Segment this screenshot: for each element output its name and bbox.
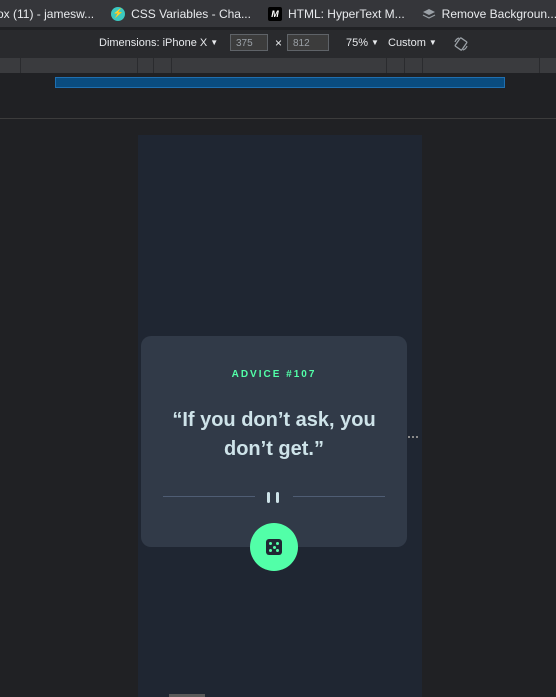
dimensions-label: Dimensions: iPhone X — [99, 37, 208, 49]
chevron-down-icon: ▼ — [371, 38, 379, 47]
device-toolbar: Dimensions: iPhone X ▼ 375 × 812 75% ▼ Cus… — [0, 30, 556, 58]
bookmark-label: Remove Backgroun... — [441, 6, 556, 21]
remove-bg-icon — [422, 7, 436, 21]
css-tricks-icon: ⚡ — [111, 6, 126, 21]
advice-quote: “If you don’t ask, you don’t get.” — [172, 409, 376, 460]
toolbar-divider — [0, 118, 556, 119]
bookmark-inbox[interactable]: ox (11) - jamesw... — [0, 7, 94, 21]
bookmark-label: CSS Variables - Cha... — [131, 6, 251, 21]
advice-id-label: ADVICE #107 — [231, 369, 317, 380]
bookmark-css-variables[interactable]: ⚡ CSS Variables - Cha... — [111, 6, 251, 21]
divider-right — [293, 496, 385, 497]
rotate-icon[interactable] — [453, 36, 469, 52]
bookmark-label: ox (11) - jamesw... — [0, 6, 95, 21]
width-input[interactable]: 375 — [230, 34, 268, 51]
bookmark-remove-bg[interactable]: Remove Backgroun... — [422, 7, 556, 21]
height-input[interactable]: 812 — [287, 34, 329, 51]
mdn-icon: M — [267, 6, 282, 21]
times-separator: × — [275, 36, 283, 50]
media-query-bar[interactable] — [55, 77, 505, 88]
zoom-select[interactable]: 75% ▼ — [346, 37, 379, 49]
dice-icon — [266, 539, 282, 555]
bookmarks-bar: ox (11) - jamesw... ⚡ CSS Variables - Ch… — [0, 0, 556, 27]
divider-left — [163, 496, 255, 497]
pause-icon — [267, 492, 270, 503]
zoom-label: 75% — [346, 37, 369, 49]
chevron-down-icon: ▼ — [428, 38, 437, 47]
chevron-down-icon: ▼ — [210, 38, 219, 47]
bookmark-label: HTML: HyperText M... — [287, 6, 405, 21]
device-dimensions-select[interactable]: Dimensions: iPhone X ▼ — [99, 37, 218, 49]
bookmark-mdn-html[interactable]: M HTML: HyperText M... — [267, 6, 405, 21]
pause-icon — [276, 492, 279, 503]
advice-card: ADVICE #107 “If you don’t ask, you don’t… — [141, 336, 407, 547]
throttle-label: Custom — [388, 37, 426, 49]
media-query-ruler[interactable] — [0, 58, 556, 73]
throttle-select[interactable]: Custom ▼ — [388, 37, 437, 49]
new-advice-button[interactable] — [250, 523, 298, 571]
resize-handle[interactable] — [408, 436, 418, 440]
